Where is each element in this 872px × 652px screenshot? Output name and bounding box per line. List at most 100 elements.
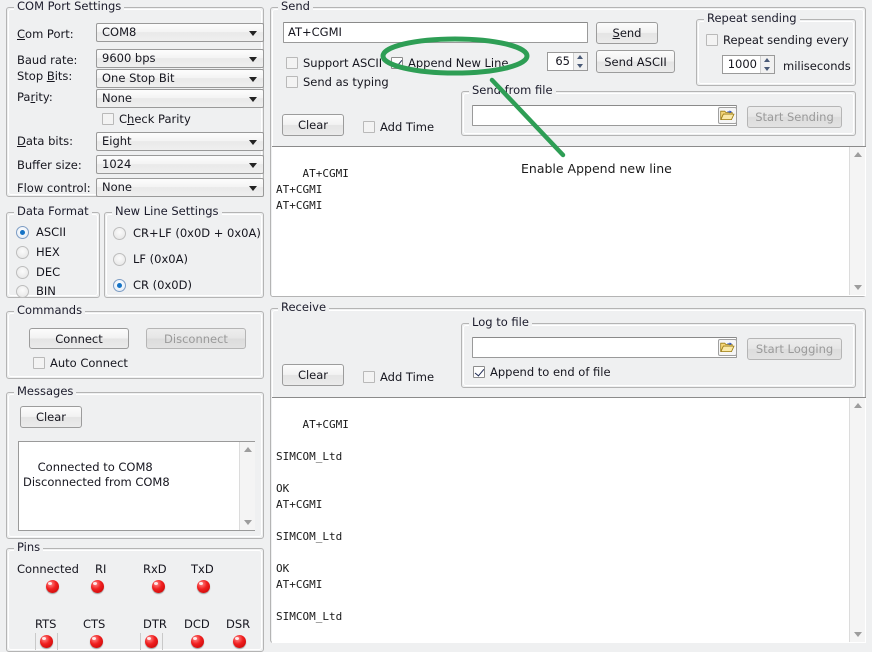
scroll-down-arrow-icon[interactable]: [850, 626, 866, 641]
send-ascii-button[interactable]: Send ASCII: [596, 50, 675, 73]
chevron-down-icon: [249, 31, 257, 36]
com-port-value: COM8: [102, 25, 136, 39]
send-as-typing-checkbox[interactable]: Send as typing: [286, 75, 389, 89]
scroll-up-arrow-icon[interactable]: [240, 443, 256, 458]
pin-label-dcd: DCD: [184, 617, 210, 631]
checkbox-box: [33, 357, 45, 369]
ascii-code-spinner[interactable]: 65: [547, 52, 588, 71]
scroll-up-arrow-icon[interactable]: [850, 148, 866, 163]
support-ascii-label: Support ASCII: [303, 56, 382, 70]
send-file-browse-button[interactable]: [718, 107, 737, 124]
stop-bits-combo[interactable]: One Stop Bit: [96, 69, 264, 88]
commands-caption: Commands: [14, 304, 85, 316]
receive-log-terminal[interactable]: AT+CGMI SIMCOM_Ltd OK AT+CGMI SIMCOM_Ltd…: [272, 397, 866, 643]
receive-log-scrollbar[interactable]: [849, 398, 865, 642]
data-bits-combo[interactable]: Eight: [96, 132, 264, 151]
append-new-line-checkbox[interactable]: Append New Line: [391, 56, 509, 70]
scroll-down-arrow-icon[interactable]: [850, 279, 866, 294]
send-command-input[interactable]: AT+CGMI: [283, 22, 588, 43]
send-caption: Send: [278, 0, 313, 12]
pin-label-ri: RI: [95, 562, 106, 576]
radio-dot: [16, 246, 29, 259]
com-port-settings-group: COM Port Settings Com Port: COM8 Baud ra…: [6, 7, 264, 197]
messages-scrollbar[interactable]: [239, 442, 255, 530]
pins-group: Pins Connected RI RxD TxD RTS CTS DTR DC…: [6, 548, 264, 652]
pin-led-dcd: [191, 635, 204, 648]
repeat-unit-label: miliseconds: [783, 59, 851, 73]
spinner-up-icon[interactable]: [574, 53, 587, 62]
com-port-combo[interactable]: COM8: [96, 23, 264, 42]
checkbox-box: [102, 113, 114, 125]
receive-group: Receive Clear Add Time Log to file Start…: [270, 308, 866, 643]
receive-add-time-checkbox[interactable]: Add Time: [363, 370, 434, 384]
chevron-down-icon: [249, 77, 257, 82]
pin-led-dtr: [145, 635, 158, 648]
log-to-file-group: Log to file Start Logging Append to end …: [461, 323, 856, 388]
spinner-down-icon[interactable]: [574, 62, 587, 71]
auto-connect-checkbox[interactable]: Auto Connect: [33, 356, 128, 370]
start-sending-button[interactable]: Start Sending: [747, 106, 842, 128]
repeat-interval-spinner[interactable]: 1000: [722, 55, 775, 74]
send-log-scrollbar[interactable]: [849, 147, 865, 295]
baud-rate-label: Baud rate:: [17, 53, 77, 67]
pin-led-connected: [46, 580, 59, 593]
check-parity-checkbox[interactable]: Check Parity: [102, 112, 191, 126]
repeat-sending-group: Repeat sending Repeat sending every 1000…: [696, 19, 856, 86]
chevron-down-icon: [249, 97, 257, 102]
messages-clear-button[interactable]: Clear: [20, 406, 82, 428]
send-from-file-caption: Send from file: [469, 84, 556, 96]
send-button-label: Send: [613, 26, 642, 40]
spinner-up-icon[interactable]: [761, 56, 774, 65]
receive-add-time-label: Add Time: [380, 370, 434, 384]
receive-clear-button[interactable]: Clear: [282, 364, 344, 386]
append-end-of-file-checkbox[interactable]: Append to end of file: [473, 365, 611, 379]
log-file-browse-button[interactable]: [718, 339, 737, 356]
pin-label-rxd: RxD: [143, 562, 167, 576]
ascii-code-value: 65: [548, 53, 573, 70]
radio-label: CR+LF (0x0D + 0x0A): [133, 226, 261, 240]
radio-ascii[interactable]: ASCII: [16, 225, 66, 239]
append-end-of-file-label: Append to end of file: [490, 365, 611, 379]
log-file-path-input[interactable]: [472, 337, 737, 358]
send-command-value: AT+CGMI: [288, 25, 342, 39]
send-clear-button[interactable]: Clear: [282, 114, 344, 136]
send-add-time-checkbox[interactable]: Add Time: [363, 120, 434, 134]
radio-lf[interactable]: LF (0x0A): [113, 252, 188, 266]
send-ascii-label: Send ASCII: [604, 55, 667, 69]
buffer-size-combo[interactable]: 1024: [96, 155, 264, 174]
spinner-arrows[interactable]: [760, 56, 774, 73]
messages-textarea[interactable]: Connected to COM8 Disconnected from COM8: [18, 441, 255, 531]
start-logging-button[interactable]: Start Logging: [747, 338, 842, 360]
parity-combo[interactable]: None: [96, 89, 264, 108]
radio-dec[interactable]: DEC: [16, 265, 60, 279]
support-ascii-checkbox[interactable]: Support ASCII: [286, 56, 382, 70]
send-file-path-input[interactable]: [472, 105, 737, 126]
receive-clear-label: Clear: [298, 368, 328, 382]
repeat-sending-checkbox[interactable]: Repeat sending every: [706, 33, 849, 47]
log-to-file-caption: Log to file: [469, 316, 532, 328]
pin-led-dsr: [233, 635, 246, 648]
checkbox-box: [391, 57, 403, 69]
send-group: Send AT+CGMI Send Support ASCII Append N…: [270, 7, 866, 297]
baud-rate-combo[interactable]: 9600 bps: [96, 49, 264, 68]
flow-control-combo[interactable]: None: [96, 178, 264, 197]
radio-crlf[interactable]: CR+LF (0x0D + 0x0A): [113, 226, 261, 240]
chevron-down-icon: [249, 57, 257, 62]
radio-hex[interactable]: HEX: [16, 245, 60, 259]
radio-bin[interactable]: BIN: [16, 284, 56, 298]
messages-group: Messages Clear Connected to COM8 Disconn…: [6, 392, 264, 539]
spinner-arrows[interactable]: [573, 53, 587, 70]
spinner-down-icon[interactable]: [761, 65, 774, 74]
scroll-down-arrow-icon[interactable]: [240, 514, 256, 529]
radio-dot: [113, 279, 126, 292]
pin-label-dsr: DSR: [226, 617, 250, 631]
connect-button[interactable]: Connect: [29, 328, 129, 349]
disconnect-button[interactable]: Disconnect: [146, 328, 246, 349]
repeat-interval-value: 1000: [723, 56, 760, 73]
send-button[interactable]: Send: [596, 22, 658, 44]
scroll-up-arrow-icon[interactable]: [850, 399, 866, 414]
messages-clear-label: Clear: [36, 410, 66, 424]
radio-label: ASCII: [36, 225, 66, 239]
pin-led-cts: [90, 635, 103, 648]
radio-cr[interactable]: CR (0x0D): [113, 278, 192, 292]
